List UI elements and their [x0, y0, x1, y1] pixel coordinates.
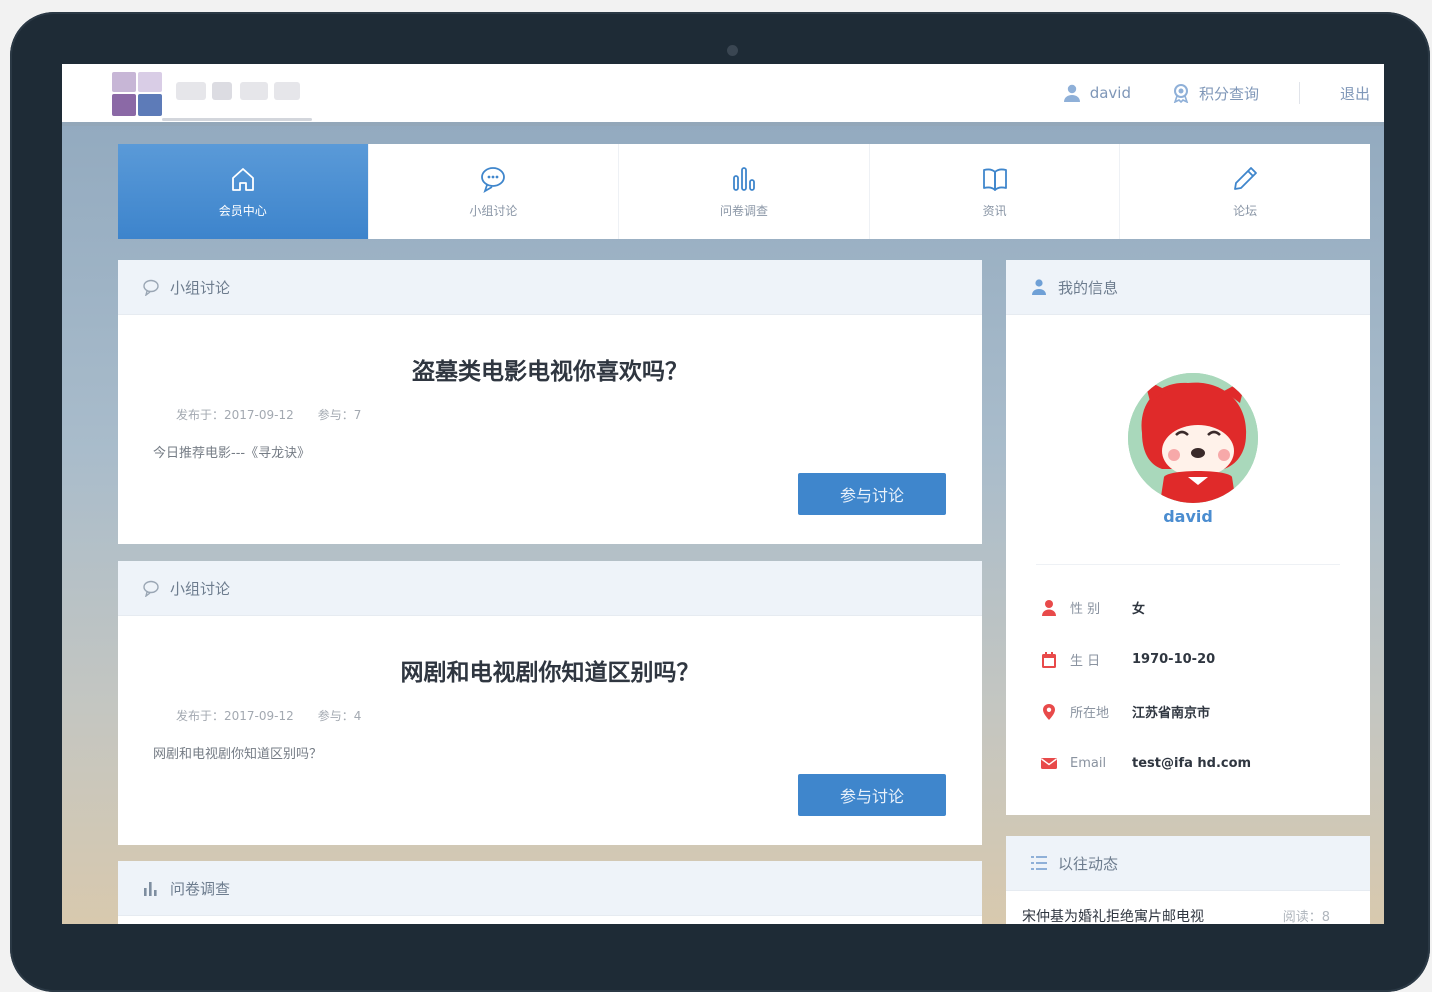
profile-label: Email — [1070, 755, 1107, 771]
profile-value: test@ifa hd.com — [1132, 755, 1252, 771]
discussion-card: 小组讨论 盗墓类电影电视你喜欢吗？ 发布于：2017-09-12 参与：7 今日… — [118, 260, 982, 544]
panel-title: 小组讨论 — [170, 579, 231, 598]
calendar-icon — [1042, 651, 1056, 668]
join-discussion-button[interactable]: 参与讨论 — [798, 473, 946, 515]
list-item[interactable]: 宋仲基为婚礼拒绝寓片邮电视 阅读：8 — [1022, 906, 1330, 924]
post-date: 发布于：2017-09-12 — [176, 408, 294, 422]
medal-icon — [1173, 84, 1189, 103]
panel-header: 以往动态 — [1006, 836, 1370, 891]
camera-dot — [727, 45, 738, 56]
activity-title: 宋仲基为婚礼拒绝寓片邮电视 — [1022, 909, 1204, 924]
panel-title: 以往动态 — [1058, 854, 1119, 873]
site-logo[interactable] — [112, 68, 312, 122]
person-icon — [1042, 599, 1056, 616]
post-date: 发布于：2017-09-12 — [176, 709, 294, 723]
panel-header: 小组讨论 — [118, 260, 982, 315]
profile-username: david — [1163, 507, 1213, 526]
profile-value: 江苏省南京市 — [1132, 706, 1211, 721]
panel-header: 小组讨论 — [118, 561, 982, 616]
profile-label: 所在地 — [1070, 706, 1110, 721]
nav-item-forum[interactable]: 论坛 — [1120, 144, 1370, 239]
avatar[interactable] — [1128, 373, 1258, 503]
profile-label: 生 日 — [1070, 654, 1101, 669]
mail-icon — [1041, 758, 1057, 769]
header-divider — [1298, 82, 1300, 104]
panel-header: 我的信息 — [1006, 260, 1370, 315]
nav-item-group-discussion[interactable]: 小组讨论 — [369, 144, 620, 239]
profile-value: 女 — [1132, 602, 1146, 617]
post-meta: 发布于：2017-09-12 参与：7 — [176, 406, 361, 423]
profile-row-gender: 性 别 女 — [1040, 598, 1145, 617]
logout-link[interactable]: 退出 — [1340, 83, 1370, 104]
post-title[interactable]: 网剧和电视剧你知道区别吗？ — [118, 653, 982, 687]
nav-item-member-center[interactable]: 会员中心 — [118, 144, 369, 239]
nav-label: 论坛 — [1233, 204, 1258, 218]
top-bar: david 积分查询 退出 — [62, 64, 1384, 126]
post-excerpt: 今日推荐电影---《寻龙诀》 — [153, 446, 311, 461]
chat-bubble-icon — [143, 279, 159, 296]
fox-avatar-icon — [1128, 373, 1258, 503]
chat-bubble-icon — [143, 580, 159, 597]
profile-row-birthday: 生 日 1970-10-20 — [1040, 650, 1215, 669]
profile-row-location: 所在地 江苏省南京市 — [1040, 702, 1210, 721]
points-query-link[interactable]: 积分查询 — [1171, 83, 1259, 104]
bar-chart-icon — [144, 882, 157, 896]
pencil-icon — [1234, 167, 1258, 190]
list-icon — [1031, 856, 1047, 870]
post-participants: 参与：7 — [317, 408, 362, 422]
book-icon — [982, 168, 1007, 191]
join-discussion-button[interactable]: 参与讨论 — [798, 774, 946, 816]
activity-card: 以往动态 宋仲基为婚礼拒绝寓片邮电视 阅读：8 — [1006, 836, 1370, 924]
post-title[interactable]: 盗墓类电影电视你喜欢吗？ — [118, 352, 982, 386]
panel-title: 问卷调查 — [170, 879, 231, 898]
post-excerpt: 网剧和电视剧你知道区别吗？ — [153, 747, 323, 762]
points-query-label: 积分查询 — [1198, 84, 1259, 103]
location-pin-icon — [1043, 703, 1055, 720]
divider — [1036, 564, 1340, 565]
panel-header: 问卷调查 — [118, 861, 982, 916]
survey-card: 问卷调查 — [118, 861, 982, 924]
post-meta: 发布于：2017-09-12 参与：4 — [176, 707, 361, 724]
user-link[interactable]: david — [1062, 83, 1131, 103]
panel-title: 小组讨论 — [170, 278, 231, 297]
main-nav: 会员中心 小组讨论 问卷调查 资讯 论坛 — [118, 144, 1370, 239]
profile-card: 我的信息 david 性 别 女 生 日 1970-10-20 所在地 江苏省南… — [1006, 260, 1370, 815]
bar-chart-icon — [733, 167, 755, 191]
panel-title: 我的信息 — [1058, 278, 1119, 297]
chat-bubble-icon — [481, 167, 506, 193]
profile-label: 性 别 — [1070, 602, 1101, 617]
nav-label: 会员中心 — [218, 204, 267, 218]
user-name-label: david — [1089, 84, 1131, 102]
home-icon — [231, 168, 254, 191]
profile-value: 1970-10-20 — [1132, 652, 1216, 667]
profile-row-email: Email test@ifa hd.com — [1040, 754, 1251, 772]
nav-label: 问卷调查 — [719, 204, 768, 218]
discussion-card: 小组讨论 网剧和电视剧你知道区别吗？ 发布于：2017-09-12 参与：4 网… — [118, 561, 982, 845]
nav-item-news[interactable]: 资讯 — [870, 144, 1121, 239]
screen: david 积分查询 退出 会员中心 小组讨论 问卷调查 资讯 论坛 小组讨论 … — [62, 64, 1384, 924]
activity-read-count: 阅读：8 — [1282, 910, 1330, 924]
user-icon — [1063, 84, 1080, 102]
nav-label: 资讯 — [982, 204, 1007, 218]
post-participants: 参与：4 — [317, 709, 362, 723]
user-icon — [1032, 279, 1046, 295]
nav-label: 小组讨论 — [469, 204, 518, 218]
nav-item-survey[interactable]: 问卷调查 — [619, 144, 870, 239]
